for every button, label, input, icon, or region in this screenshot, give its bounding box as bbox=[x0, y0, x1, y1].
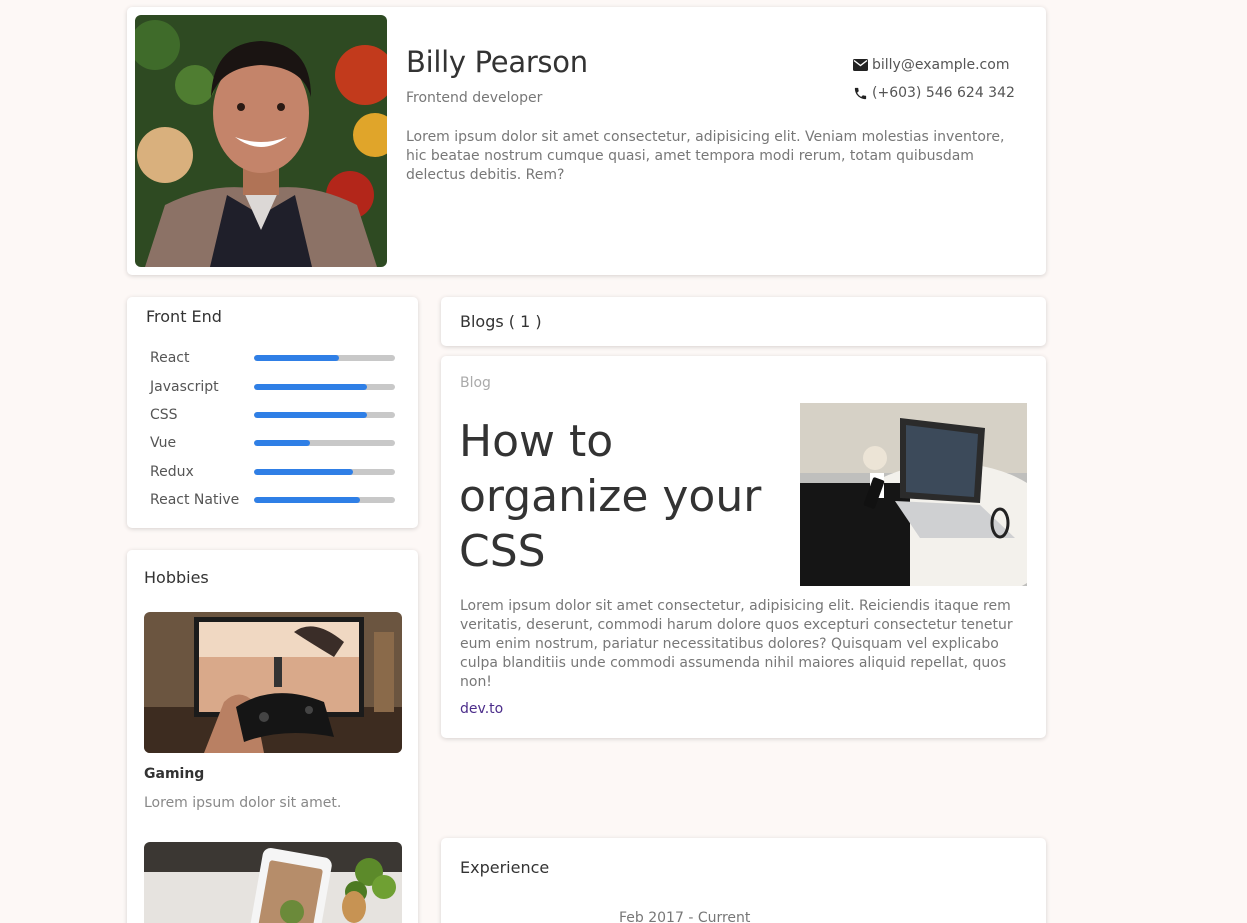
skill-bar bbox=[254, 383, 395, 390]
skill-name: React Native bbox=[150, 492, 240, 509]
skill-bar-fill bbox=[254, 440, 311, 447]
skill-bar bbox=[254, 355, 395, 362]
skill-bar bbox=[254, 411, 395, 418]
blogs-header: Blogs ( 1 ) bbox=[441, 297, 1046, 346]
experience-date: Feb 2017 - Current bbox=[619, 910, 751, 923]
hobby-image-gaming bbox=[144, 612, 402, 753]
hobby-image-cooking bbox=[144, 842, 402, 923]
phone-row[interactable]: (+603) 546 624 342 bbox=[853, 79, 1015, 107]
email-row[interactable]: billy@example.com bbox=[853, 51, 1015, 79]
skill-bar-fill bbox=[254, 468, 353, 475]
blog-card: Blog How to organize your CSS Lorem ipsu… bbox=[441, 356, 1046, 738]
blog-category: Blog bbox=[460, 375, 491, 391]
experience-title: Experience bbox=[460, 858, 550, 877]
skill-row: React Native bbox=[150, 486, 396, 514]
blog-excerpt: Lorem ipsum dolor sit amet consectetur, … bbox=[460, 598, 1013, 690]
profile-bio: Lorem ipsum dolor sit amet consectetur, … bbox=[406, 129, 1005, 183]
skill-bar-fill bbox=[254, 383, 367, 390]
skills-title: Front End bbox=[146, 307, 222, 326]
skill-bar bbox=[254, 468, 395, 475]
skill-bar bbox=[254, 497, 395, 504]
profile-card: Billy Pearson Frontend developer Lorem i… bbox=[127, 7, 1046, 275]
email-text: billy@example.com bbox=[872, 57, 1010, 73]
phone-icon bbox=[854, 87, 867, 99]
hobbies-card: Hobbies Gaming Lorem ipsum dolor sit ame… bbox=[127, 550, 418, 923]
experience-card: Experience Feb 2017 - Current bbox=[441, 838, 1046, 923]
blog-title: How to organize your CSS bbox=[459, 416, 762, 577]
blog-image bbox=[800, 403, 1027, 586]
skill-name: Javascript bbox=[150, 378, 219, 395]
skill-bar bbox=[254, 440, 395, 447]
profile-name: Billy Pearson bbox=[406, 45, 588, 79]
skill-bar-fill bbox=[254, 355, 339, 362]
profile-role: Frontend developer bbox=[406, 90, 543, 106]
skill-name: React bbox=[150, 350, 190, 367]
hobbies-title: Hobbies bbox=[144, 568, 209, 587]
skill-name: Redux bbox=[150, 463, 194, 480]
phone-text: (+603) 546 624 342 bbox=[872, 85, 1015, 101]
skill-bar-fill bbox=[254, 411, 367, 418]
skill-name: Vue bbox=[150, 435, 177, 452]
profile-photo bbox=[135, 15, 387, 267]
skills-list: React Javascript CSS Vue Redux React Native bbox=[150, 344, 396, 514]
skills-card: Front End React Javascript CSS Vue Redux Reac… bbox=[127, 297, 418, 528]
skill-row: React bbox=[150, 344, 396, 372]
envelope-icon bbox=[853, 59, 868, 71]
contact-info: billy@example.com (+603) 546 624 342 bbox=[853, 51, 1015, 107]
blogs-title: Blogs ( 1 ) bbox=[460, 312, 542, 331]
skill-row: Redux bbox=[150, 458, 396, 486]
skill-row: CSS bbox=[150, 401, 396, 429]
hobby-title-gaming: Gaming bbox=[144, 766, 205, 782]
skill-bar-fill bbox=[254, 497, 360, 504]
hobby-desc-gaming: Lorem ipsum dolor sit amet. bbox=[144, 795, 342, 811]
blog-source-link[interactable]: dev.to bbox=[460, 701, 503, 717]
skill-name: CSS bbox=[150, 406, 178, 423]
skill-row: Javascript bbox=[150, 372, 396, 400]
skill-row: Vue bbox=[150, 429, 396, 457]
